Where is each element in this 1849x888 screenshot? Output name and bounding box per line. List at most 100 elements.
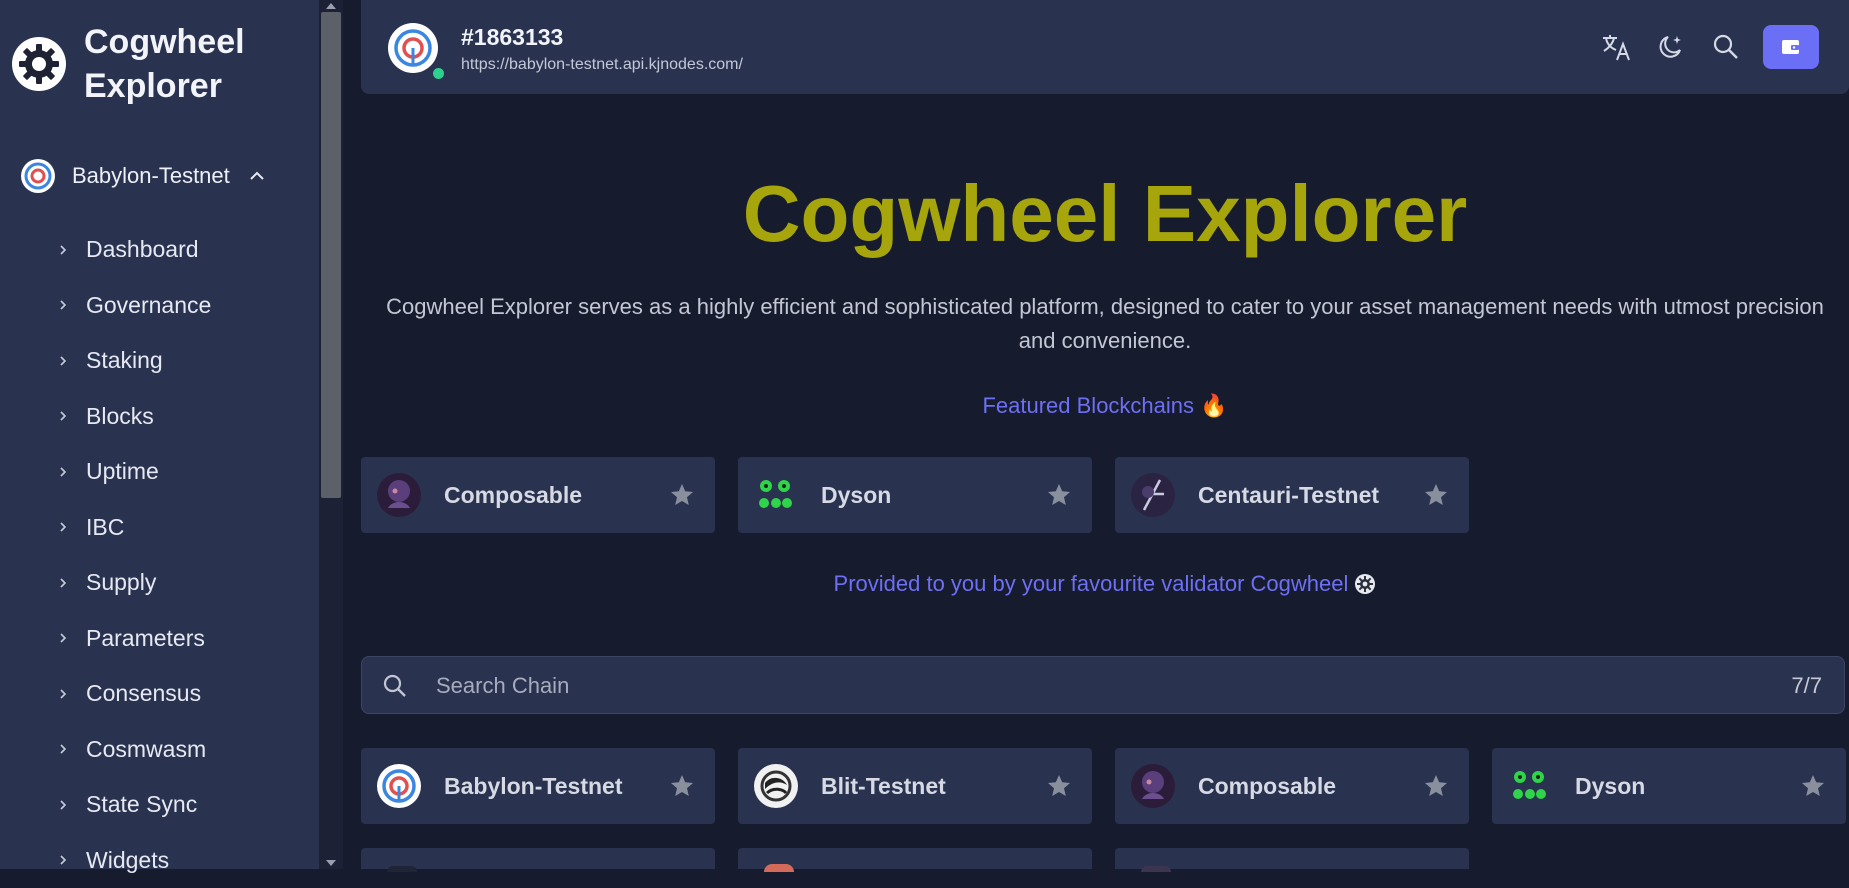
star-icon[interactable] [1423,773,1449,799]
chain-card[interactable]: Composable [1115,748,1469,824]
provided-by-line: Provided to you by your favourite valida… [361,571,1849,597]
sidebar-item-blocks[interactable]: Blocks [58,389,211,445]
sidebar-item-label: Governance [86,292,211,319]
featured-chain-card[interactable]: Centauri-Testnet [1115,457,1469,533]
chevron-right-icon [58,243,68,257]
cogwheel-icon [1354,573,1376,595]
composable-logo-icon [1130,763,1176,809]
sidebar-item-governance[interactable]: Governance [58,278,211,334]
sidebar-item-staking[interactable]: Staking [58,333,211,389]
status-online-dot [431,66,446,81]
brand[interactable]: Cogwheel Explorer [10,20,264,108]
sidebar-item-ibc[interactable]: IBC [58,500,211,556]
sidebar-item-label: Widgets [86,847,169,874]
sidebar-item-label: Staking [86,347,163,374]
sidebar-item-uptime[interactable]: Uptime [58,444,211,500]
wallet-button[interactable] [1763,25,1819,69]
chevron-right-icon [58,520,68,534]
star-icon[interactable] [1046,773,1072,799]
chevron-right-icon [58,798,68,812]
wallet-icon [1780,37,1802,57]
chain-card[interactable] [738,848,1092,869]
centauri-logo-icon [1130,472,1176,518]
star-icon[interactable] [1423,482,1449,508]
chevron-right-icon [58,298,68,312]
composable-logo-icon [376,472,422,518]
search-chain-input[interactable] [434,667,1638,705]
star-icon[interactable] [669,482,695,508]
hero-title: Cogwheel Explorer [361,168,1849,260]
scroll-down-arrow-icon[interactable] [325,859,337,867]
sidebar-item-dashboard[interactable]: Dashboard [58,222,211,278]
sidebar: Cogwheel Explorer Babylon-Testnet Dashbo… [0,0,319,869]
featured-chain-card[interactable]: Composable [361,457,715,533]
sidebar-item-widgets[interactable]: Widgets [58,833,211,888]
translate-icon [1600,31,1632,63]
sidebar-item-label: State Sync [86,791,197,818]
sidebar-item-supply[interactable]: Supply [58,555,211,611]
chevron-right-icon [58,631,68,645]
top-bar: #1863133 https://babylon-testnet.api.kjn… [361,0,1849,94]
sidebar-item-cosmwasm[interactable]: Cosmwasm [58,722,211,778]
chevron-right-icon [58,465,68,479]
chain-name: Babylon-Testnet [444,773,669,800]
chain-name: Composable [1198,773,1423,800]
babylon-logo-icon [376,763,422,809]
sidebar-item-consensus[interactable]: Consensus [58,666,211,722]
hero-description: Cogwheel Explorer serves as a highly eff… [361,290,1849,358]
search-button[interactable] [1709,30,1743,64]
chevron-right-icon [58,742,68,756]
hero-description-text: Cogwheel Explorer serves as a highly eff… [375,290,1835,358]
chevron-right-icon [58,354,68,368]
babylon-logo-icon [20,158,56,194]
provided-by-text: Provided to you by your favourite valida… [834,571,1349,596]
sidebar-menu: Dashboard Governance Staking Blocks Upti… [58,222,211,888]
dyson-logo-icon [753,472,799,518]
block-height[interactable]: #1863133 [461,24,563,51]
scrollbar-thumb[interactable] [321,12,341,498]
sidebar-item-label: Uptime [86,458,159,485]
dyson-logo-icon [1507,763,1553,809]
sidebar-item-label: IBC [86,514,124,541]
featured-chain-card[interactable]: Dyson [738,457,1092,533]
sidebar-item-label: Blocks [86,403,154,430]
scroll-up-arrow-icon[interactable] [325,2,337,10]
chain-logo-partial [764,864,794,872]
star-icon[interactable] [669,773,695,799]
theme-toggle-button[interactable] [1653,30,1687,64]
sidebar-item-label: Dashboard [86,236,199,263]
chain-selector[interactable]: Babylon-Testnet [20,158,290,194]
search-icon [382,673,408,699]
sidebar-item-label: Parameters [86,625,205,652]
chain-card[interactable]: Dyson [1492,748,1846,824]
sidebar-item-label: Cosmwasm [86,736,206,763]
chain-name: Dyson [821,482,1046,509]
chain-logo-partial [387,866,417,872]
chain-card[interactable] [361,848,715,869]
sidebar-item-label: Consensus [86,680,201,707]
chain-name: Composable [444,482,669,509]
sidebar-scrollbar[interactable] [319,0,343,869]
chain-card[interactable]: Babylon-Testnet [361,748,715,824]
moon-star-icon [1655,32,1685,62]
chevron-right-icon [58,853,68,867]
chevron-up-icon [248,167,266,185]
chain-name: Dyson [1575,773,1800,800]
sidebar-item-parameters[interactable]: Parameters [58,611,211,667]
chain-selector-label: Babylon-Testnet [72,163,230,189]
star-icon[interactable] [1800,773,1826,799]
translate-button[interactable] [1599,30,1633,64]
chevron-right-icon [58,576,68,590]
chevron-right-icon [58,409,68,423]
star-icon[interactable] [1046,482,1072,508]
chain-card[interactable]: Blit-Testnet [738,748,1092,824]
endpoint-url[interactable]: https://babylon-testnet.api.kjnodes.com/ [461,56,743,74]
chain-card[interactable] [1115,848,1469,869]
chain-name: Centauri-Testnet [1198,482,1423,509]
brand-name: Cogwheel Explorer [84,20,264,108]
chain-search[interactable]: 7/7 [361,656,1845,714]
sidebar-item-state-sync[interactable]: State Sync [58,777,211,833]
search-result-count: 7/7 [1791,673,1822,699]
featured-blockchains-label: Featured Blockchains 🔥 [361,393,1849,419]
chain-logo-icon [387,22,439,74]
